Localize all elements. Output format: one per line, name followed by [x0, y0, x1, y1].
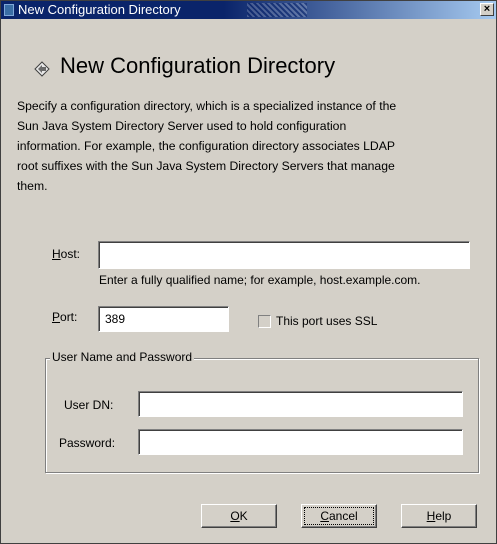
page-title: New Configuration Directory [60, 53, 336, 78]
help-button[interactable]: Help [401, 504, 477, 528]
host-label-mnemonic: H [52, 247, 61, 261]
diamond-arrow-icon [34, 61, 50, 77]
description-line: Sun Java System Directory Server used to… [17, 119, 347, 133]
window-icon [4, 4, 14, 16]
description-text: Specify a configuration directory, which… [17, 96, 485, 196]
description-line: them. [17, 179, 48, 193]
port-label-rest: ort: [60, 310, 78, 324]
window-title: New Configuration Directory [18, 2, 181, 17]
host-hint: Enter a fully qualified name; for exampl… [99, 273, 421, 287]
port-label: Port: [52, 310, 77, 324]
ok-mnemonic: O [230, 509, 240, 523]
password-label: Password: [59, 436, 116, 450]
description-line: information. For example, the configurat… [17, 139, 395, 153]
user-dn-input[interactable] [138, 391, 463, 417]
ok-rest: K [239, 509, 248, 523]
host-label-rest: ost: [60, 247, 81, 261]
dialog-window: New Configuration Directory × New Config… [0, 0, 497, 544]
ssl-checkbox[interactable] [258, 315, 271, 328]
ok-button[interactable]: OK [201, 504, 277, 528]
host-input[interactable] [98, 241, 470, 269]
title-bar-pattern [247, 3, 307, 17]
title-bar[interactable]: New Configuration Directory × [1, 1, 496, 19]
description-line: root suffixes with the Sun Java System D… [17, 159, 395, 173]
cancel-mnemonic: C [320, 509, 329, 523]
cancel-button[interactable]: Cancel [301, 504, 377, 528]
password-input[interactable] [138, 429, 463, 455]
close-button[interactable]: × [480, 3, 494, 16]
ssl-checkbox-label[interactable]: This port uses SSL [276, 314, 377, 328]
user-dn-label: User DN: [64, 398, 114, 412]
description-line: Specify a configuration directory, which… [17, 99, 397, 113]
credentials-group-label: User Name and Password [50, 350, 195, 364]
port-input[interactable] [98, 306, 229, 332]
host-label: Host: [52, 247, 80, 261]
port-label-mnemonic: P [52, 310, 61, 324]
cancel-rest: ancel [328, 509, 358, 523]
help-rest: elp [435, 509, 452, 523]
